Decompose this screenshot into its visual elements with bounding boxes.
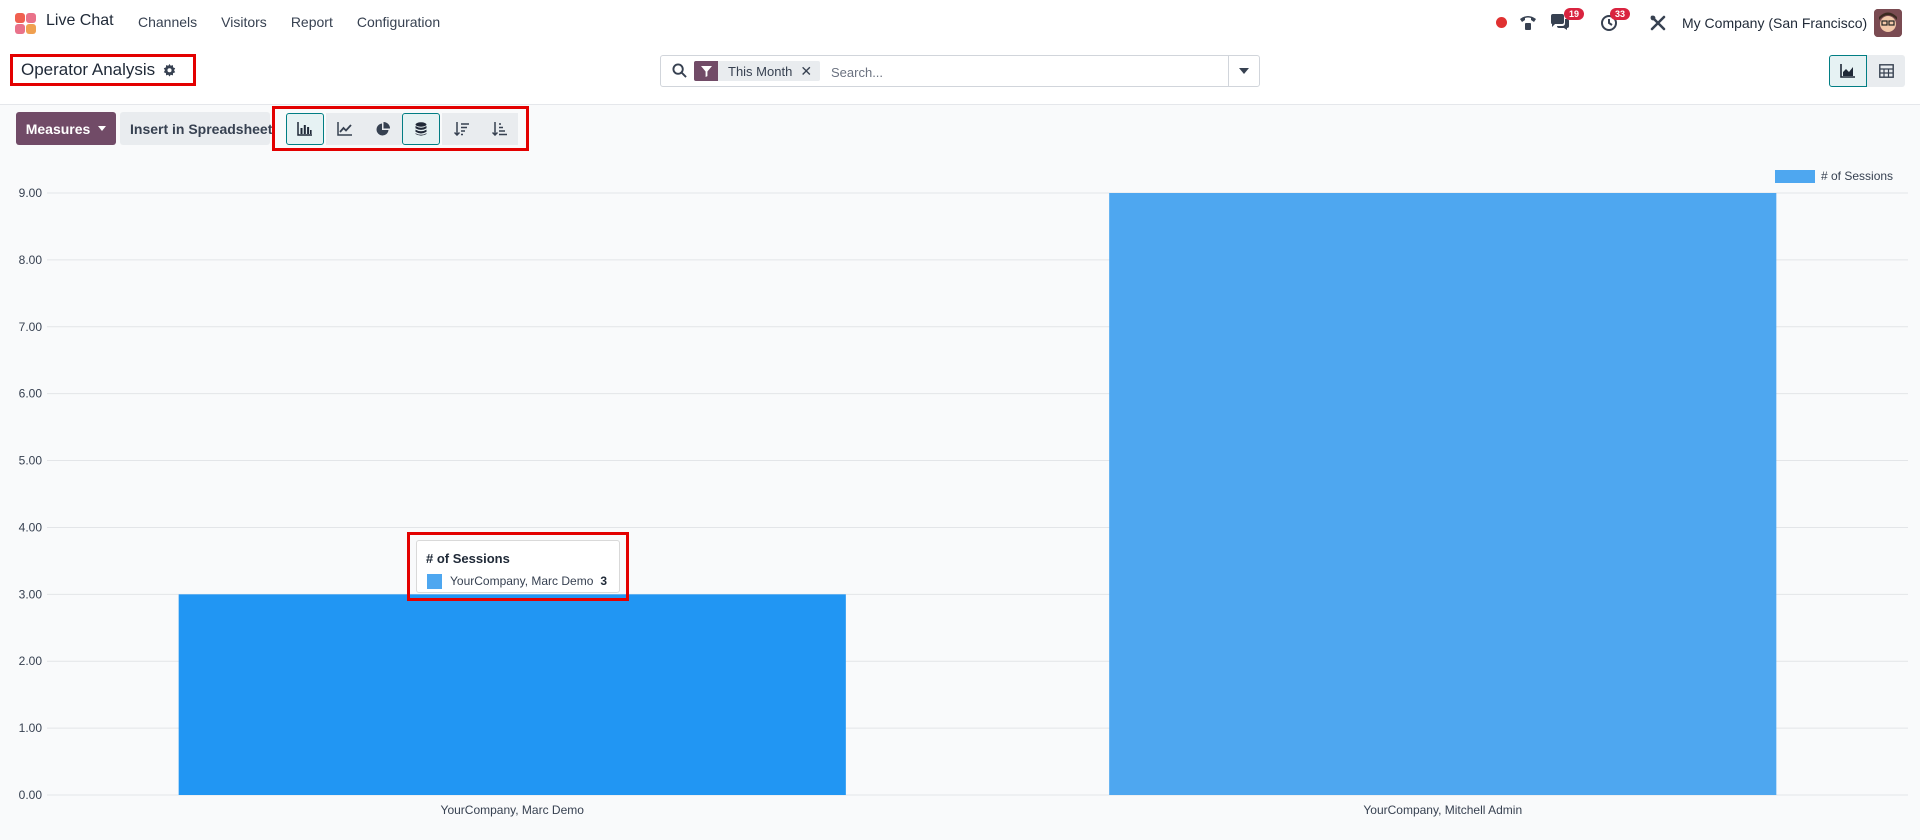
- y-tick-label: 1.00: [19, 721, 43, 735]
- chart-tooltip: # of Sessions YourCompany, Marc Demo 3: [407, 532, 629, 601]
- y-tick-label: 0.00: [19, 788, 43, 802]
- bar: [1109, 193, 1777, 795]
- legend-swatch: [1775, 169, 1815, 183]
- x-tick-label: YourCompany, Mitchell Admin: [1363, 803, 1522, 817]
- legend-label: # of Sessions: [1821, 169, 1894, 183]
- tooltip-title: # of Sessions: [426, 551, 510, 566]
- y-tick-label: 5.00: [19, 454, 43, 468]
- y-tick-label: 2.00: [19, 654, 43, 668]
- tooltip-card: # of Sessions YourCompany, Marc Demo 3: [416, 540, 620, 593]
- tooltip-label: YourCompany, Marc Demo: [450, 574, 594, 588]
- y-tick-label: 3.00: [19, 587, 43, 601]
- tooltip-swatch: [427, 574, 442, 589]
- y-tick-label: 6.00: [19, 387, 43, 401]
- chart-legend[interactable]: # of Sessions: [1775, 169, 1893, 183]
- y-tick-label: 4.00: [19, 520, 43, 534]
- y-tick-label: 9.00: [19, 186, 43, 200]
- x-tick-label: YourCompany, Marc Demo: [441, 803, 585, 817]
- y-tick-label: 7.00: [19, 320, 43, 334]
- bar: [178, 594, 846, 795]
- sessions-bar-chart: 0.00 1.00 2.00 3.00 4.00 5.00 6.00 7.00 8.00 9.00…: [19, 186, 1908, 817]
- y-tick-label: 8.00: [19, 253, 43, 267]
- tooltip-value: 3: [600, 574, 607, 588]
